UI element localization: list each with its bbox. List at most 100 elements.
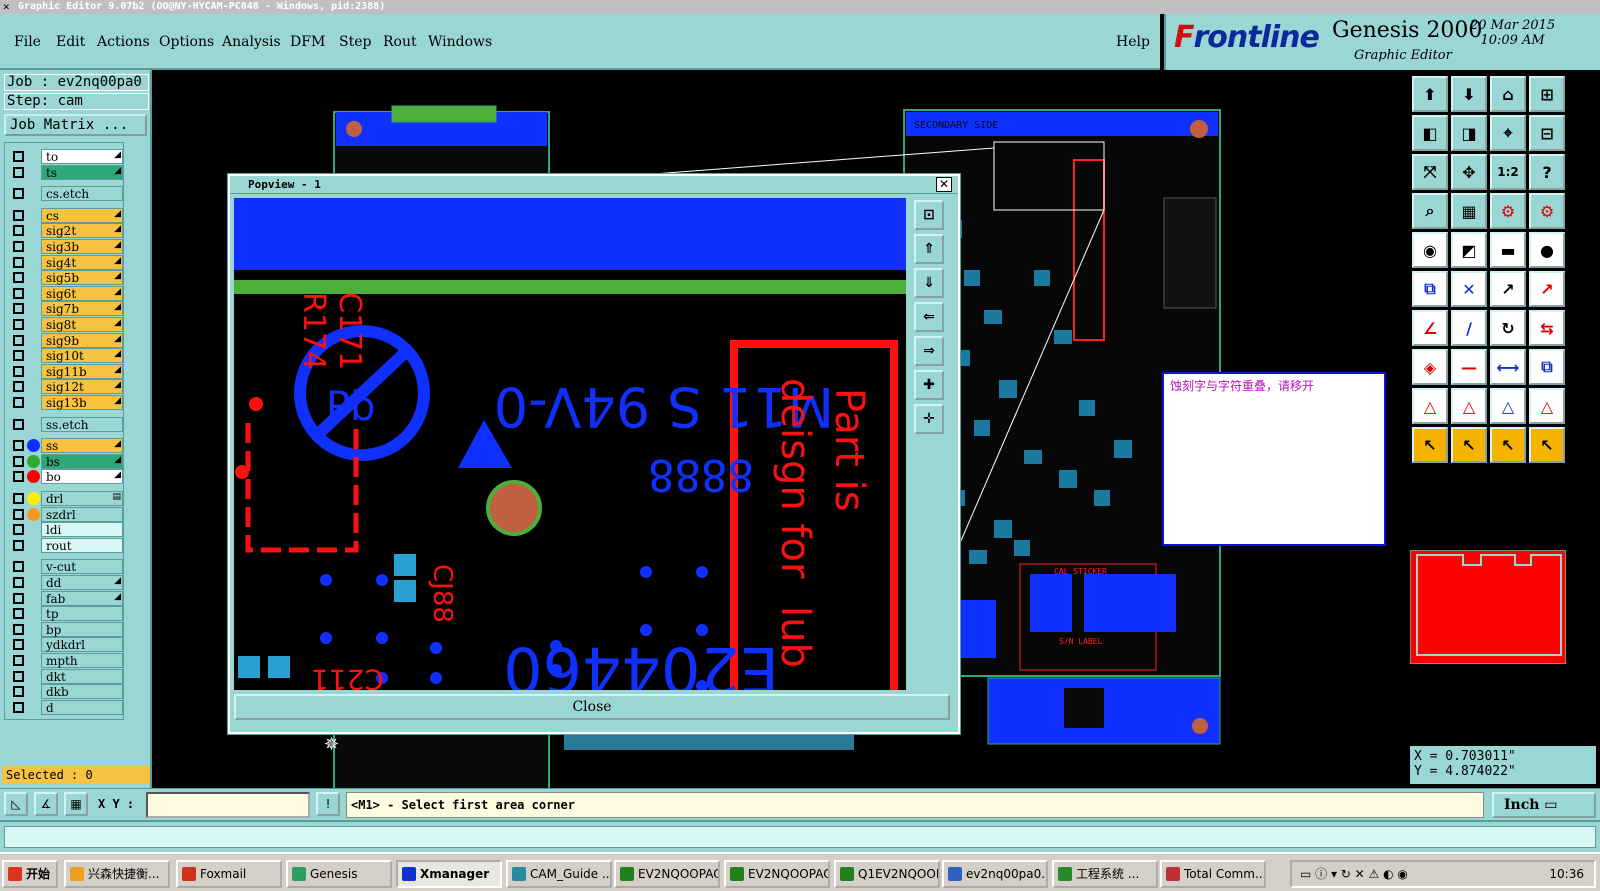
layer-name[interactable]: ss bbox=[41, 438, 123, 454]
layer-menu-icon[interactable]: ◢ bbox=[114, 365, 121, 375]
layer-row[interactable]: sig12t ◢ bbox=[9, 379, 125, 395]
cross-icon[interactable]: ✕ bbox=[1451, 271, 1487, 307]
layer-checkbox[interactable] bbox=[13, 455, 24, 467]
layer-checkbox[interactable] bbox=[13, 524, 24, 536]
menu-options[interactable]: Options bbox=[159, 34, 214, 50]
layer-name[interactable]: rout bbox=[41, 537, 123, 553]
layer-name[interactable]: sig10t bbox=[41, 348, 123, 364]
layer-row[interactable]: sig9b ◢ bbox=[9, 332, 125, 348]
popview-canvas[interactable]: E204460 M11 S 94V-0 8888 R174 C171 CJ88 … bbox=[234, 198, 906, 690]
rotate-icon[interactable]: ↻ bbox=[1490, 310, 1526, 346]
layer-name[interactable]: szdrl bbox=[41, 506, 123, 522]
menu-dfm[interactable]: DFM bbox=[290, 34, 325, 50]
layer-row[interactable]: sig8t ◢ bbox=[9, 317, 125, 332]
measure-mode-icon[interactable]: ∡ bbox=[34, 792, 58, 816]
layer-row[interactable]: sig2t ◢ bbox=[9, 223, 125, 239]
menu-analysis[interactable]: Analysis bbox=[222, 34, 281, 50]
layer-name[interactable]: sig6t bbox=[41, 285, 123, 301]
line-icon[interactable]: — bbox=[1451, 349, 1487, 385]
layer-checkbox[interactable] bbox=[13, 418, 24, 430]
layer-checkbox[interactable] bbox=[13, 577, 24, 588]
layer-checkbox[interactable] bbox=[13, 670, 24, 682]
popview-zoom-in-icon[interactable]: ✚ bbox=[914, 370, 944, 400]
layer-row[interactable]: sig6t ◢ bbox=[9, 285, 125, 301]
layer-menu-icon[interactable]: ◢ bbox=[114, 334, 121, 344]
layer-checkbox[interactable] bbox=[13, 508, 24, 520]
layer-checkbox[interactable] bbox=[13, 655, 24, 666]
zoom-prev-icon[interactable]: ◧ bbox=[1412, 115, 1448, 151]
layer-checkbox[interactable] bbox=[13, 151, 24, 162]
layer-checkbox[interactable] bbox=[13, 440, 24, 452]
layer-row[interactable]: bs ◢ bbox=[9, 453, 125, 469]
link-icon[interactable]: ↗ bbox=[1490, 271, 1526, 307]
layer-menu-icon[interactable]: ◢ bbox=[114, 439, 121, 449]
layer-name[interactable]: dkt bbox=[41, 668, 123, 684]
menu-step[interactable]: Step bbox=[339, 34, 371, 50]
layer-checkbox[interactable] bbox=[13, 209, 24, 221]
layer-checkbox[interactable] bbox=[13, 561, 24, 573]
layer-row[interactable]: sig13b ◢ bbox=[9, 395, 125, 410]
layer-row[interactable]: sig3b ◢ bbox=[9, 239, 125, 254]
layer-row[interactable]: to ◢ bbox=[9, 149, 125, 164]
help-icon[interactable]: ? bbox=[1529, 154, 1565, 190]
layer-checkbox[interactable] bbox=[13, 381, 24, 393]
layer-menu-icon[interactable]: ◢ bbox=[114, 455, 121, 465]
layer-row[interactable]: ts ◢ bbox=[9, 164, 125, 180]
layer-name[interactable]: cs.etch bbox=[41, 186, 123, 202]
job-matrix-button[interactable]: Job Matrix ... bbox=[4, 114, 147, 136]
layer-checkbox[interactable] bbox=[13, 303, 24, 315]
layer-row[interactable]: dkt bbox=[9, 668, 125, 684]
layer-name[interactable]: sig2t bbox=[41, 223, 123, 239]
layer-name[interactable]: dd bbox=[41, 575, 123, 590]
layer-checkbox[interactable] bbox=[13, 256, 24, 268]
taskbar-item[interactable]: Total Comm... bbox=[1160, 860, 1266, 888]
taskbar-item[interactable]: Genesis bbox=[286, 860, 392, 888]
layer-checkbox[interactable] bbox=[13, 350, 24, 362]
connect-icon[interactable]: ⧉ bbox=[1412, 271, 1448, 307]
layer-menu-icon[interactable]: ◢ bbox=[114, 209, 121, 219]
layer-name[interactable]: bs bbox=[41, 453, 123, 469]
layer-name[interactable]: v-cut bbox=[41, 559, 123, 575]
layer-checkbox[interactable] bbox=[13, 701, 24, 713]
open-icon[interactable]: ⬆ bbox=[1412, 76, 1448, 112]
layer-row[interactable]: d bbox=[9, 699, 125, 715]
width-icon[interactable]: ⟷ bbox=[1490, 349, 1526, 385]
layer-name[interactable]: ts bbox=[41, 164, 123, 180]
layer-name[interactable]: sig7b bbox=[41, 301, 123, 317]
mirror-icon[interactable]: ⇆ bbox=[1529, 310, 1565, 346]
layer-name[interactable]: sig11b bbox=[41, 363, 123, 379]
save-icon[interactable]: ⬇ bbox=[1451, 76, 1487, 112]
layer-row[interactable]: ss ◢ bbox=[9, 438, 125, 454]
layer-row[interactable]: tp bbox=[9, 606, 125, 622]
start-button[interactable]: 开始 bbox=[2, 860, 58, 888]
fit-screen-icon[interactable]: ⤧ bbox=[1412, 154, 1448, 190]
select-icon[interactable]: ↖ bbox=[1412, 427, 1448, 463]
layer-checkbox[interactable] bbox=[13, 639, 24, 651]
layer-menu-icon[interactable]: ▤ bbox=[112, 492, 121, 502]
center-icon[interactable]: ✥ bbox=[1451, 154, 1487, 190]
unit-selector[interactable]: Inch ▭ bbox=[1492, 792, 1596, 818]
layer-checkbox[interactable] bbox=[13, 334, 24, 346]
layer-menu-icon[interactable]: ◢ bbox=[114, 592, 121, 602]
layer-row[interactable]: bo ◢ bbox=[9, 469, 125, 485]
layer-name[interactable]: fab bbox=[41, 590, 123, 606]
layer-checkbox[interactable] bbox=[13, 272, 24, 284]
taskbar-item[interactable]: ev2nq00pa0... bbox=[942, 860, 1048, 888]
taskbar-item[interactable]: 工程系统 ... bbox=[1052, 860, 1158, 888]
layer-checkbox[interactable] bbox=[13, 397, 24, 408]
layer-name[interactable]: sig5b bbox=[41, 270, 123, 286]
layer-row[interactable]: bp bbox=[9, 621, 125, 637]
layer-menu-icon[interactable]: ◢ bbox=[114, 302, 121, 312]
popview-close-button[interactable]: Close bbox=[234, 694, 950, 720]
layer-checkbox[interactable] bbox=[13, 365, 24, 377]
grid-mode-icon[interactable]: ▦ bbox=[64, 792, 88, 816]
layer-row[interactable]: fab ◢ bbox=[9, 590, 125, 606]
popview-up-icon[interactable]: ⇑ bbox=[914, 234, 944, 264]
grid-icon[interactable]: ▦ bbox=[1451, 193, 1487, 229]
angle-red-icon[interactable]: ∠ bbox=[1412, 310, 1448, 346]
layer-checkbox[interactable] bbox=[13, 225, 24, 237]
layer-name[interactable]: sig8t bbox=[41, 317, 123, 332]
menu-help[interactable]: Help bbox=[1116, 34, 1150, 50]
triangle-red-icon[interactable]: △ bbox=[1412, 388, 1448, 424]
popview-left-icon[interactable]: ⇐ bbox=[914, 302, 944, 332]
